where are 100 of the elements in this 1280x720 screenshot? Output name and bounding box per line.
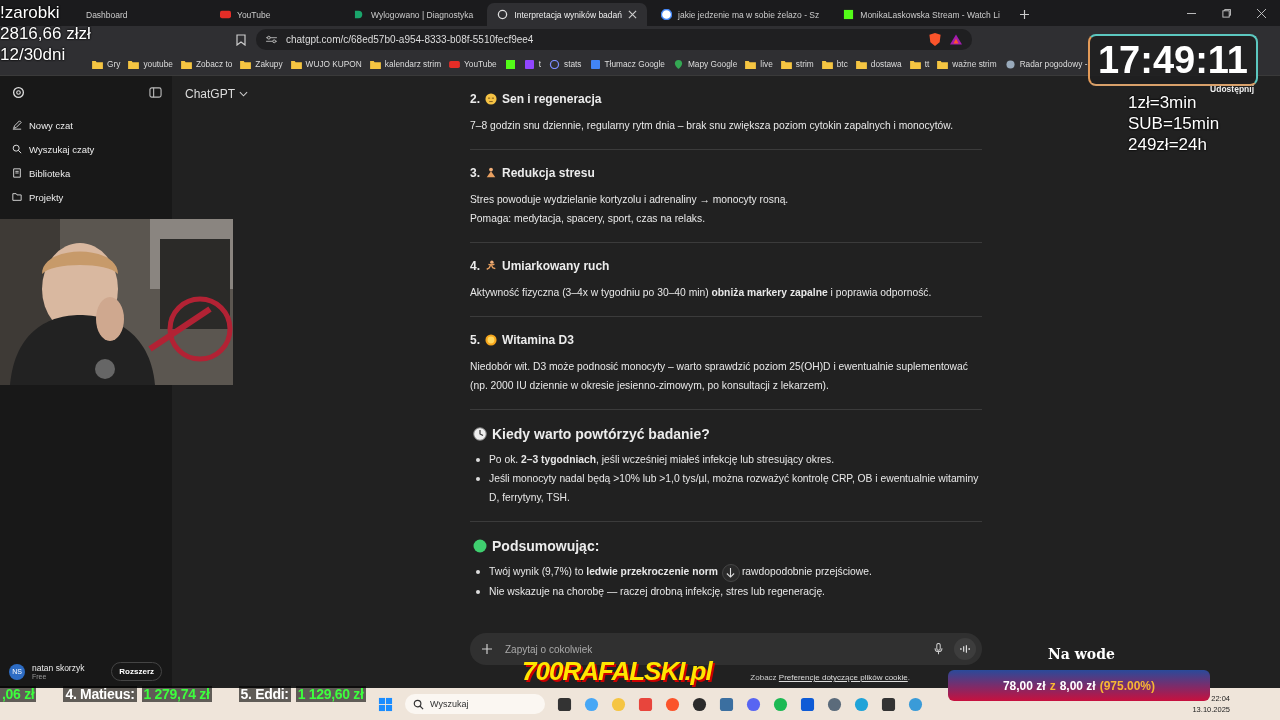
taskbar-app-icon[interactable]: [881, 696, 896, 712]
bookmark-favicon-icon: [821, 59, 833, 69]
arrow-down-icon: [726, 567, 736, 579]
bookmark-item[interactable]: dostawa: [855, 59, 902, 69]
bookmark-item[interactable]: live: [745, 59, 773, 69]
browser-tab[interactable]: Interpretacja wyników badań: [487, 3, 648, 26]
caret-icon: [239, 91, 248, 97]
triangle-icon[interactable]: [950, 33, 962, 46]
section-heading: 3. Redukcja stresu: [470, 166, 596, 180]
bookmark-item[interactable]: kalendarz strim: [369, 59, 442, 69]
stream-timer: 17:49:11: [1088, 34, 1258, 86]
share-button[interactable]: Udostępnij: [1210, 84, 1254, 94]
taskbar-app-icon[interactable]: [557, 696, 572, 712]
bookmark-item[interactable]: t: [523, 59, 541, 69]
bookmark-item[interactable]: ważne strim: [937, 59, 997, 69]
sidebar-item[interactable]: Wyszukaj czaty: [0, 137, 172, 161]
browser-tab[interactable]: Dashboard: [76, 3, 206, 26]
taskbar-app-icon[interactable]: [692, 696, 707, 712]
bookmark-favicon-icon: [92, 59, 103, 69]
section-heading: 5. Witamina D3: [470, 333, 575, 347]
bookmark-item[interactable]: strim: [780, 59, 814, 69]
bookmark-item[interactable]: Radar pogodowy -: [1004, 59, 1088, 69]
bookmark-item[interactable]: [504, 59, 516, 69]
close-tab-icon[interactable]: [628, 10, 638, 19]
sidebar-item[interactable]: Projekty: [0, 185, 172, 209]
bullet-text: Jeśli monocyty nadal będą >10% lub >1,0 tys/µl, można rozważyć kontrolę CRP, OB i ewentualnie witaminy D, ferrytyny, TSH.: [489, 472, 980, 505]
section-heading: 2. Sen i regeneracja: [470, 92, 603, 106]
bookmark-item[interactable]: WUJO KUPON: [290, 59, 362, 69]
bookmark-item[interactable]: stats: [549, 59, 582, 69]
bookmark-favicon-icon: [369, 59, 381, 69]
sidebar-item[interactable]: Biblioteka: [0, 161, 172, 185]
user-name: natan skorzyk: [32, 663, 86, 673]
stream-rate-text: 1zł=3min: [1128, 92, 1197, 113]
book-icon: [12, 168, 22, 178]
bookmark-icon[interactable]: [236, 33, 246, 46]
leaderboard-amount: 1 129,60 zł: [295, 686, 366, 702]
search-input[interactable]: Wyszukaj: [428, 698, 542, 710]
bookmark-item[interactable]: youtube: [128, 59, 173, 69]
upgrade-button[interactable]: Rozszerz: [111, 662, 162, 681]
bookmark-favicon-icon: [1004, 59, 1016, 69]
bullet-text: Po ok. 2–3 tygodniach, jeśli wcześniej miałeś infekcję lub stresujący okres.: [489, 453, 835, 467]
bookmark-favicon-icon: [128, 59, 140, 69]
add-icon[interactable]: [482, 644, 492, 654]
chatgpt-logo-icon[interactable]: [12, 86, 25, 99]
site-settings-icon[interactable]: [266, 35, 277, 44]
section-emoji-icon: [485, 167, 497, 179]
browser-tab[interactable]: MonikaLaskowska Stream - Watch Li: [833, 3, 1010, 26]
bullet-text: Nie wskazuje na chorobę — raczej drobną infekcję, stres lub regenerację.: [489, 585, 825, 599]
bookmark-favicon-icon: [745, 59, 757, 69]
scroll-down-button[interactable]: [721, 564, 740, 582]
tab-favicon-icon: [661, 9, 673, 20]
bookmark-item[interactable]: Gry: [92, 59, 121, 69]
bookmark-item[interactable]: btc: [821, 59, 848, 69]
stream-goal-text: 2816,66 złzł: [0, 23, 91, 44]
bullet-text: rawdopodobnie przejściowe.: [741, 565, 872, 579]
tab-favicon-icon: [843, 9, 855, 20]
browser-tab[interactable]: Wylogowano | Diagnostyka: [344, 3, 484, 26]
sidebar-toggle-icon[interactable]: [149, 86, 162, 99]
tab-favicon-icon: [220, 9, 231, 20]
sidebar-item[interactable]: Nowy czat: [0, 113, 172, 137]
bookmark-item[interactable]: Zakupy: [240, 59, 283, 69]
browser-tab[interactable]: jakie jedzenie ma w sobie żelazo - Sz: [651, 3, 830, 26]
donation-goal-bar: 78,00 zł z 8,00 zł (975.00%): [948, 670, 1210, 701]
leaderboard-amount: ,06 zł: [0, 686, 37, 702]
bookmark-favicon-icon: [909, 59, 921, 69]
search-icon: [12, 144, 22, 154]
address-bar[interactable]: chatgpt.com/c/68ed57b0-a954-8333-b08f-5510fecf9ee4: [256, 29, 972, 50]
bookmark-item[interactable]: Mapy Google: [672, 59, 738, 69]
bookmark-favicon-icon: [290, 59, 302, 69]
voice-mode-button[interactable]: [954, 638, 976, 660]
leaderboard-amount: 1 279,74 zł: [141, 686, 212, 702]
section-heading: Podsumowując:: [473, 538, 982, 554]
taskbar-search-field[interactable]: Wyszukaj: [405, 694, 545, 714]
new-tab-icon[interactable]: [1019, 10, 1029, 19]
tab-favicon-icon: [497, 9, 509, 20]
donation-goal-title: Na wode: [1048, 646, 1115, 662]
bookmark-item[interactable]: YouTube: [449, 59, 497, 69]
bookmark-favicon-icon: [180, 59, 192, 69]
start-icon[interactable]: [378, 696, 393, 712]
paragraph: Stres powoduje wydzielanie kortyzolu i adrenaliny → monocyty rosną.: [470, 193, 790, 207]
taskbar-app-icon[interactable]: [800, 696, 815, 712]
model-selector[interactable]: ChatGPT: [185, 87, 470, 101]
bookmark-favicon-icon: [672, 59, 684, 69]
microphone-icon[interactable]: [934, 643, 943, 655]
bookmark-item[interactable]: Zobacz to: [180, 59, 233, 69]
shield-icon[interactable]: [929, 33, 941, 46]
close-icon[interactable]: [1257, 9, 1266, 18]
stream-rate-text: SUB=15min: [1128, 113, 1220, 134]
restore-icon[interactable]: [1222, 9, 1231, 18]
clock-icon: [473, 427, 487, 441]
cookie-preferences-link[interactable]: Preferencje dotyczące plików cookie: [778, 673, 908, 682]
bookmark-favicon-icon: [449, 59, 461, 69]
paragraph: Aktywność fizyczna (3–4x w tygodniu po 30–40 min) obniża markery zapalne i poprawia odporność.: [470, 286, 933, 300]
bookmark-favicon-icon: [504, 59, 516, 69]
browser-tab[interactable]: YouTube: [210, 3, 340, 26]
bookmark-item[interactable]: tt: [909, 59, 930, 69]
bookmark-favicon-icon: [855, 59, 867, 69]
bookmark-item[interactable]: Tłumacz Google: [589, 59, 665, 69]
paragraph: Pomaga: medytacja, spacery, sport, czas na relaks.: [470, 212, 707, 226]
message-input[interactable]: Zapytaj o cokolwiek: [503, 642, 923, 656]
